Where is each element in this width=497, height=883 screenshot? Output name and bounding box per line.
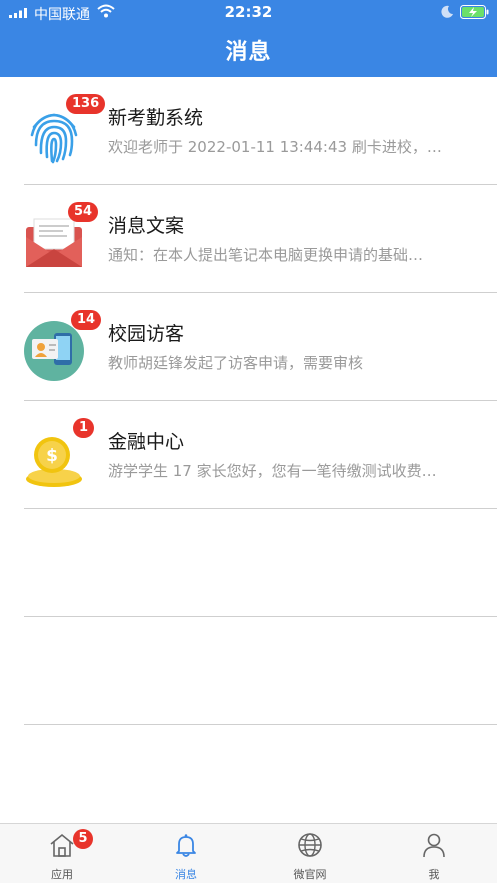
user-icon <box>423 833 445 858</box>
home-icon <box>50 833 74 857</box>
divider <box>24 724 497 725</box>
unread-count-badge: 136 <box>66 94 106 114</box>
message-preview: 欢迎老师于 2022-01-11 13:44:43 刷卡进校，… <box>108 138 442 156</box>
message-list: 136 新考勤系统 欢迎老师于 2022-01-11 13:44:43 刷卡进校… <box>0 77 497 725</box>
message-item-attendance[interactable]: 136 新考勤系统 欢迎老师于 2022-01-11 13:44:43 刷卡进校… <box>0 77 497 185</box>
message-item-visitors[interactable]: 14 校园访客 教师胡廷锋发起了访客申请，需要审核 <box>0 293 497 401</box>
do-not-disturb-icon <box>441 5 453 18</box>
tab-apps[interactable]: 5 应用 <box>0 824 124 883</box>
bottom-tab-bar: 5 应用 消息 微官网 我 <box>0 823 497 883</box>
svg-text:$: $ <box>46 446 58 466</box>
tab-label: 我 <box>428 868 440 881</box>
coin-icon: $ <box>26 437 82 487</box>
unread-count-badge: 14 <box>71 310 102 330</box>
battery-charging-icon <box>460 5 489 19</box>
unread-count-badge: 54 <box>68 202 99 222</box>
fingerprint-icon <box>30 113 78 164</box>
tab-messages[interactable]: 消息 <box>124 824 248 883</box>
bell-icon <box>176 834 196 857</box>
message-title: 消息文案 <box>108 215 185 237</box>
message-preview: 通知：在本人提出笔记本电脑更换申请的基础… <box>108 246 424 264</box>
tab-label: 消息 <box>175 868 197 881</box>
status-bar: 中国联通 22:32 <box>0 0 497 26</box>
message-title: 新考勤系统 <box>108 107 204 129</box>
empty-list-slot <box>0 617 497 725</box>
envelope-icon <box>26 218 82 267</box>
globe-icon <box>298 833 322 857</box>
visitor-id-icon <box>24 321 84 381</box>
tab-badge: 5 <box>73 829 93 849</box>
message-title: 金融中心 <box>108 431 185 453</box>
message-item-finance[interactable]: $ 1 金融中心 游学学生 17 家长您好，您有一笔待缴测试收费… <box>0 401 497 509</box>
message-title: 校园访客 <box>108 323 185 345</box>
tab-label: 微官网 <box>293 868 327 881</box>
tab-label: 应用 <box>51 868 73 881</box>
message-preview: 游学学生 17 家长您好，您有一笔待缴测试收费… <box>108 462 437 480</box>
tab-micro-site[interactable]: 微官网 <box>248 824 372 883</box>
message-preview: 教师胡廷锋发起了访客申请，需要审核 <box>108 354 364 372</box>
message-item-notices[interactable]: 54 消息文案 通知：在本人提出笔记本电脑更换申请的基础… <box>0 185 497 293</box>
unread-count-badge: 1 <box>73 418 95 438</box>
status-time: 22:32 <box>224 3 273 21</box>
app-header: 中国联通 22:32 消息 <box>0 0 497 77</box>
tab-me[interactable]: 我 <box>372 824 496 883</box>
empty-list-slot <box>0 509 497 617</box>
page-title: 消息 <box>225 40 272 65</box>
